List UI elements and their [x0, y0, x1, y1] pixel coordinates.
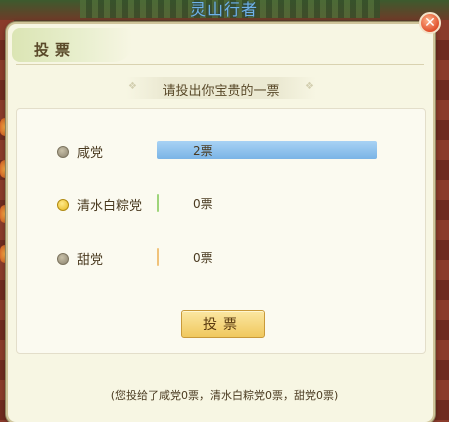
radio-button-0[interactable]	[57, 146, 69, 158]
vote-count-1: 0票	[193, 197, 213, 211]
vote-count-2: 0票	[193, 251, 213, 265]
option-row-2[interactable]: 甜党 0票	[17, 248, 425, 272]
subtitle-text: 请投出你宝贵的一票	[162, 84, 280, 99]
vote-bar-fill-1	[157, 194, 159, 212]
vote-bar-fill-2	[157, 248, 159, 266]
title-tab: 投票	[12, 28, 132, 62]
close-icon: ✕	[424, 15, 436, 31]
npc-name-label: 灵山行者	[190, 0, 259, 19]
option-label-2: 甜党	[77, 253, 104, 268]
vote-bar-2: 0票	[157, 248, 377, 266]
option-row-0[interactable]: 咸党 2票	[17, 141, 425, 165]
vote-button[interactable]: 投票	[181, 310, 265, 338]
vote-bar-1: 0票	[157, 194, 377, 212]
vote-count-0: 2票	[193, 144, 213, 158]
radio-button-2[interactable]	[57, 253, 69, 265]
close-button[interactable]: ✕	[419, 12, 441, 34]
vote-bar-0: 2票	[157, 141, 377, 159]
radio-button-1[interactable]	[57, 199, 69, 211]
option-label-1: 清水白粽党	[77, 199, 143, 214]
subtitle-banner: ❖ ❖ 请投出你宝贵的一票	[126, 77, 316, 99]
vote-bar-fill-0	[157, 141, 377, 159]
option-label-0: 咸党	[77, 146, 104, 161]
vote-summary: (您投给了咸党0票，清水白粽党0票，甜党0票)	[110, 389, 339, 402]
option-row-1[interactable]: 清水白粽党 0票	[17, 194, 425, 218]
title-divider	[16, 64, 424, 65]
dialog-title: 投票	[34, 41, 77, 59]
